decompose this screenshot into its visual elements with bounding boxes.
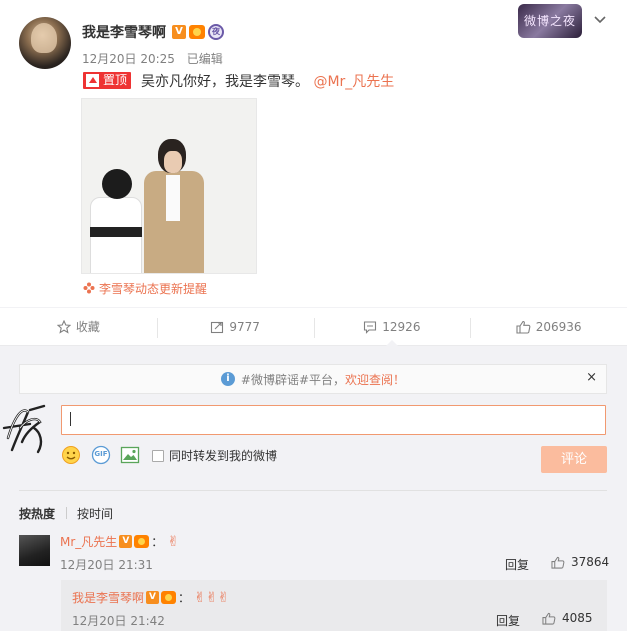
comment-button[interactable]: 12926 [313, 308, 471, 346]
repost-icon [211, 321, 224, 333]
colon: ： [178, 591, 191, 605]
submit-comment-button[interactable]: 评论 [541, 446, 607, 473]
gif-label: GIF [94, 450, 108, 458]
comment-header: Mr_凡先生 V ： ✌ [60, 533, 179, 550]
commenter-name[interactable]: 我是李雪琴啊 [72, 589, 144, 606]
update-notice-link[interactable]: 李雪琴动态更新提醒 [83, 280, 207, 297]
like-button[interactable]: 206936 [470, 308, 627, 345]
comment-like-button[interactable]: 37864 [551, 555, 609, 569]
comment-count: 12926 [382, 319, 421, 334]
member-badge-icon [189, 25, 205, 39]
verified-badge: V [172, 25, 186, 39]
close-icon[interactable]: × [586, 370, 597, 385]
comment-input[interactable] [61, 405, 606, 435]
update-notice-label: 李雪琴动态更新提醒 [99, 282, 208, 296]
member-badge-icon [161, 591, 177, 604]
comment-header: 我是李雪琴啊 V ： ✌✌✌ [72, 589, 229, 606]
emoji-icon[interactable] [61, 445, 81, 465]
post-time[interactable]: 12月20日 20:25 [82, 52, 175, 66]
verified-badge: V [119, 535, 133, 548]
photo-person-right-face [164, 151, 182, 173]
post-meta: 12月20日 20:25 已编辑 [82, 50, 223, 67]
author-avatar[interactable] [19, 17, 71, 69]
repost-count: 9777 [229, 319, 260, 334]
rumor-highlight[interactable]: 欢迎查阅！ [345, 371, 405, 388]
comment-time: 12月20日 21:42 [72, 614, 165, 628]
favorite-label: 收藏 [75, 320, 100, 334]
event-logo: 微博之夜 [518, 4, 582, 38]
reply-button[interactable]: 回复 [505, 556, 529, 573]
victory-emoji: ✌✌✌ [194, 589, 230, 606]
thumbs-up-icon [516, 320, 531, 334]
mention-link[interactable]: @Mr_凡先生 [313, 74, 394, 90]
photo-person-left-belt [90, 227, 142, 237]
thumbs-up-icon [551, 556, 565, 569]
repost-checkbox[interactable] [152, 449, 164, 462]
divider [19, 490, 607, 491]
comment-like-button[interactable]: 4085 [542, 611, 593, 625]
favorite-button[interactable]: 收藏 [0, 308, 157, 345]
edited-label: 已编辑 [186, 52, 223, 66]
colon: ： [151, 535, 164, 549]
gif-button[interactable]: GIF [91, 445, 111, 465]
post-image[interactable] [81, 98, 257, 274]
event-badge: 夜 [208, 24, 224, 40]
author-name-row: 我是李雪琴啊 V 夜 [82, 22, 224, 42]
signature-avatar-icon [2, 404, 46, 454]
comment-like-count: 37864 [571, 555, 610, 569]
comment-like-count: 4085 [562, 611, 593, 625]
comment-time: 12月20日 21:31 [60, 558, 153, 572]
reply-button[interactable]: 回复 [496, 612, 520, 629]
sort-separator [66, 507, 67, 519]
repost-button[interactable]: 9777 [156, 308, 314, 345]
image-icon[interactable] [120, 445, 140, 465]
action-bar: 收藏 9777 12926 206936 [0, 307, 627, 346]
photo-person-left-head [102, 169, 132, 199]
member-badge-icon [134, 535, 150, 548]
verified-badge: V [146, 591, 160, 604]
rumor-banner: i #微博辟谣#平台， 欢迎查阅！ [19, 364, 607, 394]
chevron-down-icon[interactable] [592, 12, 608, 28]
commenter-avatar[interactable] [19, 535, 50, 566]
sort-by-hot-tab[interactable]: 按热度 [19, 505, 55, 522]
thumbs-up-icon [542, 612, 556, 625]
post-body: 吴亦凡你好，我是李雪琴。 [141, 74, 309, 90]
sort-by-time-tab[interactable]: 按时间 [77, 505, 113, 522]
info-icon: i [220, 372, 235, 386]
repost-checkbox-row[interactable]: 同时转发到我的微博 [152, 447, 277, 464]
rumor-text[interactable]: #微博辟谣#平台， [241, 371, 345, 388]
comment-icon [364, 320, 377, 334]
victory-emoji: ✌ [167, 533, 180, 550]
like-count: 206936 [535, 319, 582, 334]
photo-person-right-shirt [166, 175, 180, 221]
repost-checkbox-label: 同时转发到我的微博 [169, 449, 278, 463]
text-cursor [70, 412, 71, 426]
star-icon [56, 319, 71, 334]
post-text: 吴亦凡你好，我是李雪琴。 @Mr_凡先生 [141, 71, 394, 91]
flower-icon [83, 282, 95, 294]
author-name[interactable]: 我是李雪琴啊 [82, 22, 166, 42]
pinned-tag: 置顶 [83, 72, 132, 89]
commenter-name[interactable]: Mr_凡先生 [60, 533, 117, 550]
